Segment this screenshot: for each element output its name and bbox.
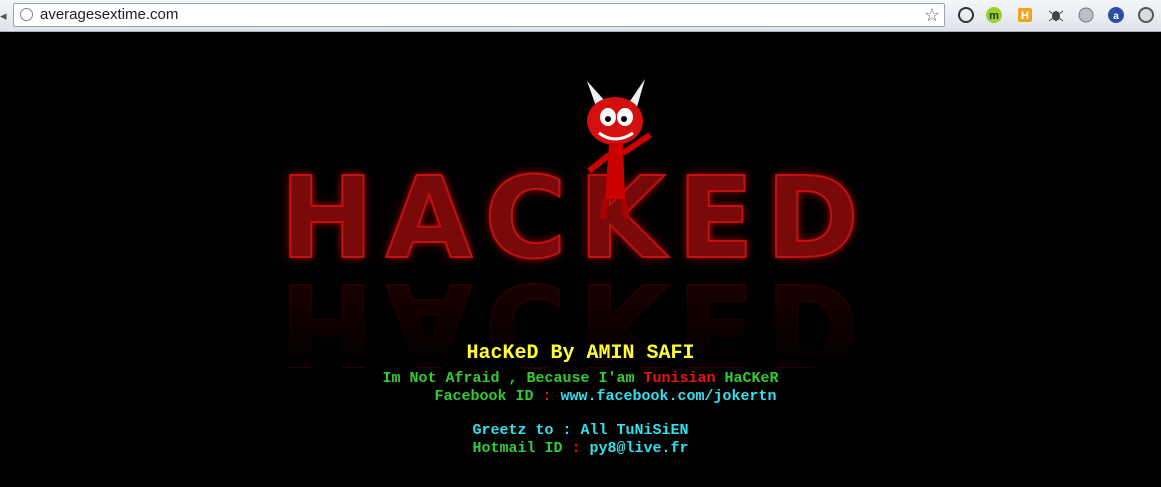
chrome-icon[interactable] <box>956 5 976 25</box>
browser-toolbar: ◂ averagesextime.com ☆ m H a <box>0 0 1161 32</box>
hotmail-separator: : <box>562 440 590 457</box>
devil-mascot-icon <box>587 79 652 220</box>
url-text[interactable]: averagesextime.com <box>40 6 178 24</box>
greetz-line: Greetz to : All TuNiSiEN <box>472 422 689 439</box>
hotmail-label: Hotmail ID <box>472 440 563 457</box>
hacker-text: HaCKeR <box>715 370 779 387</box>
hotmail-line: Hotmail ID : py8@live.fr <box>0 440 1161 457</box>
hotmail-value[interactable]: py8@live.fr <box>590 440 689 457</box>
hacked-by-title: HacKeD By AMIN SAFI <box>466 342 695 365</box>
afraid-text: Im Not Afraid , Because I'am <box>382 370 644 387</box>
shield-icon[interactable] <box>1136 5 1156 25</box>
tunisian-text: Tunisian <box>643 370 716 387</box>
svg-text:H: H <box>1021 10 1029 22</box>
bookmark-star-icon[interactable]: ☆ <box>924 4 940 26</box>
facebook-link[interactable]: www.facebook.com/jokertn <box>561 388 777 405</box>
svg-text:a: a <box>1113 11 1119 22</box>
svg-text:m: m <box>989 10 999 22</box>
a-icon[interactable]: a <box>1106 5 1126 25</box>
facebook-line: Facebook ID : www.facebook.com/jokertn <box>25 388 1161 405</box>
bug-icon[interactable] <box>1046 5 1066 25</box>
afraid-line: Im Not Afraid , Because I'am Tunisian Ha… <box>0 370 1161 387</box>
back-icon[interactable]: ◂ <box>0 8 8 24</box>
facebook-separator: : <box>533 388 561 405</box>
address-bar[interactable]: averagesextime.com ☆ <box>13 3 945 27</box>
globe-ext-icon[interactable] <box>1076 5 1096 25</box>
hacked-logo: HACKED HACKED <box>270 77 930 389</box>
page-content: HACKED HACKED HacKeD By AMIN SAFI Im Not… <box>0 32 1161 487</box>
facebook-label: Facebook ID <box>434 388 534 405</box>
m-icon[interactable]: m <box>984 5 1004 25</box>
globe-icon <box>20 8 33 21</box>
h-icon[interactable]: H <box>1015 5 1035 25</box>
